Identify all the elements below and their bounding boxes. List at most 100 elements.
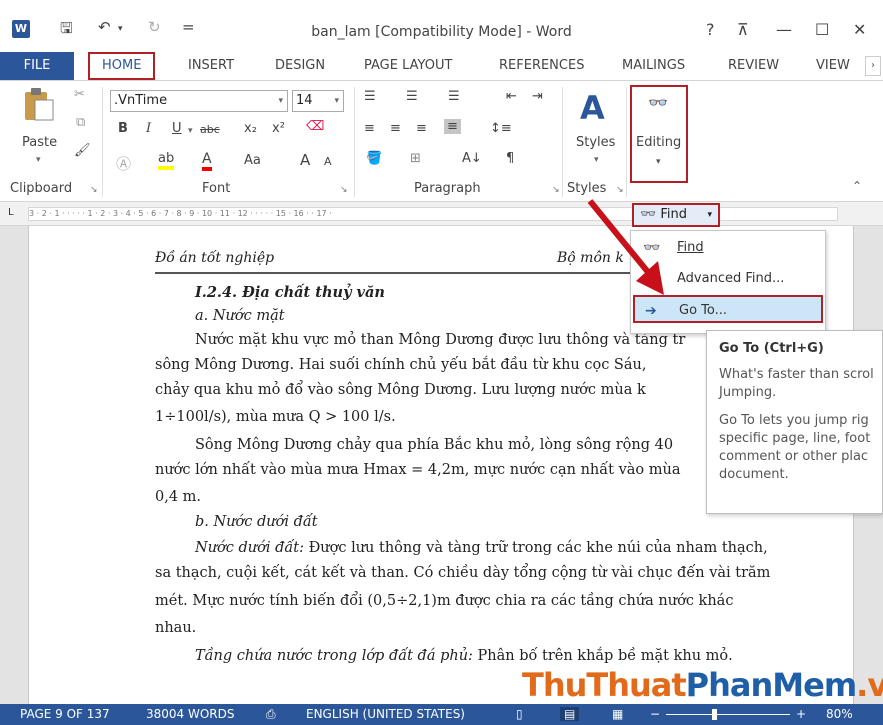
editing-dropdown-icon: ▾ <box>656 157 661 167</box>
superscript-button[interactable]: x² <box>272 121 285 136</box>
clipboard-group-label: Clipboard <box>10 181 73 196</box>
multilevel-list-icon[interactable]: ☰ <box>448 89 460 104</box>
paragraph-launcher-icon[interactable]: ↘ <box>552 185 560 195</box>
paragraph-group-label: Paragraph <box>414 181 481 196</box>
paste-dropdown-icon[interactable]: ▾ <box>36 155 41 165</box>
cut-icon[interactable]: ✂ <box>74 87 85 102</box>
paragraph-line: Tầng chứa nước trong lớp đất đá phủ: Phâ… <box>195 648 733 664</box>
paragraph-line: nhau. <box>155 620 197 636</box>
ribbon-display-options-icon[interactable]: ⊼ <box>737 20 749 39</box>
underline-button[interactable]: U <box>172 121 182 136</box>
word-count[interactable]: 38004 WORDS <box>146 707 235 721</box>
paragraph-line: 1÷100l/s), mùa mưa Q > 100 l/s. <box>155 409 396 425</box>
align-right-icon[interactable]: ≡ <box>416 121 427 136</box>
page-count[interactable]: PAGE 9 OF 137 <box>20 707 110 721</box>
tab-design[interactable]: DESIGN <box>275 52 325 80</box>
horizontal-ruler[interactable]: L 3 · 2 · 1 · · · · · 1 · 2 · 3 · 4 · 5 … <box>0 202 883 226</box>
align-center-icon[interactable]: ≡ <box>390 121 401 136</box>
paragraph-line: Nước dưới đất: Được lưu thông và tàng tr… <box>195 540 768 556</box>
shading-icon[interactable]: 🪣 <box>366 151 382 166</box>
window-title: ban_lam [Compatibility Mode] - Word <box>311 24 572 40</box>
bullets-icon[interactable]: ☰ <box>364 89 376 104</box>
clipboard-launcher-icon[interactable]: ↘ <box>90 185 98 195</box>
format-painter-icon[interactable]: 🖌 <box>74 143 91 158</box>
tab-view[interactable]: VIEW <box>816 52 850 80</box>
tab-mailings[interactable]: MAILINGS <box>622 52 685 80</box>
paste-button[interactable]: Paste <box>22 135 57 150</box>
subsection-a: a. Nước mặt <box>195 308 285 324</box>
change-case-button[interactable]: Aa <box>244 153 261 168</box>
tooltip-title: Go To (Ctrl+G) <box>719 341 824 356</box>
proofing-icon[interactable]: ⎙ <box>266 707 276 722</box>
zoom-out-button[interactable]: − <box>650 707 660 721</box>
annotation-arrow-icon <box>587 199 664 295</box>
tab-insert[interactable]: INSERT <box>188 52 234 80</box>
font-name-box[interactable]: .VnTime ▾ <box>110 90 288 112</box>
line-spacing-icon[interactable]: ↕≡ <box>490 121 512 136</box>
increase-indent-icon[interactable]: ⇥ <box>532 89 543 104</box>
strikethrough-button[interactable]: abc <box>200 123 220 136</box>
tooltip-text: Go To lets you jump rig specific page, li… <box>719 413 871 482</box>
sort-icon[interactable]: A↓ <box>462 151 482 166</box>
minimize-button[interactable]: — <box>776 20 792 39</box>
shrink-font-button[interactable]: A <box>324 155 332 168</box>
font-launcher-icon[interactable]: ↘ <box>340 185 348 195</box>
web-layout-icon[interactable]: ▦ <box>612 707 623 721</box>
decrease-indent-icon[interactable]: ⇤ <box>506 89 517 104</box>
grow-font-button[interactable]: A <box>300 151 310 169</box>
maximize-button[interactable]: ☐ <box>815 20 829 39</box>
styles-launcher-icon[interactable]: ↘ <box>616 185 624 195</box>
tab-home[interactable]: HOME <box>88 52 156 80</box>
tab-page-layout[interactable]: PAGE LAYOUT <box>364 52 452 80</box>
zoom-slider[interactable] <box>666 714 790 715</box>
show-formatting-button[interactable]: ¶ <box>506 151 514 166</box>
tab-review[interactable]: REVIEW <box>728 52 779 80</box>
tab-file[interactable]: FILE <box>0 52 74 80</box>
subsection-b: b. Nước dưới đất <box>195 514 318 530</box>
copy-icon[interactable]: ⧉ <box>76 115 85 130</box>
underline-dropdown-icon[interactable]: ▾ <box>188 126 193 136</box>
subscript-button[interactable]: x₂ <box>244 121 257 136</box>
read-mode-icon[interactable]: ▯ <box>516 707 523 721</box>
highlight-color-icon[interactable]: ab <box>158 151 175 170</box>
zoom-level[interactable]: 80% <box>826 707 853 721</box>
language-indicator[interactable]: ENGLISH (UNITED STATES) <box>306 707 465 721</box>
paragraph-line: chảy qua khu mỏ đổ vào sông Mông Dương. … <box>155 382 646 398</box>
ribbon-tab-bar: FILE HOME INSERT DESIGN PAGE LAYOUT REFE… <box>0 52 883 80</box>
editing-button[interactable]: 👓 Editing ▾ <box>630 85 688 183</box>
tooltip-text: What's faster than scrol Jumping. <box>719 367 874 400</box>
font-color-icon[interactable]: A <box>202 151 212 171</box>
bold-button[interactable]: B <box>118 121 128 136</box>
styles-dropdown-icon[interactable]: ▾ <box>594 155 599 165</box>
text-effects-icon[interactable]: Ⓐ <box>116 153 131 174</box>
close-button[interactable]: ✕ <box>853 20 866 39</box>
collapse-ribbon-icon[interactable]: ⌃ <box>852 179 862 193</box>
page-header-left: Đồ án tốt nghiệp <box>155 250 275 266</box>
paragraph-line: sa thạch, cuội kết, cát kết và than. Có … <box>155 565 771 581</box>
find-dropdown-icon[interactable]: ▾ <box>707 205 712 225</box>
paste-icon[interactable] <box>22 87 62 125</box>
font-group-label: Font <box>202 181 231 196</box>
clear-formatting-icon[interactable]: ⌫ <box>306 119 324 134</box>
justify-icon[interactable]: ≡ <box>444 119 461 134</box>
watermark-logo: ThuThuatPhanMem.vn <box>522 666 883 704</box>
tab-scroll-right-icon[interactable]: › <box>865 56 881 76</box>
paragraph-line: Nước mặt khu vực mỏ than Mông Dương được… <box>195 332 686 348</box>
styles-group-label: Styles <box>567 181 607 196</box>
font-size-box[interactable]: 14 ▾ <box>292 90 344 112</box>
styles-button[interactable]: Styles <box>576 135 615 150</box>
italic-button[interactable]: I <box>146 121 151 136</box>
numbering-icon[interactable]: ☰ <box>406 89 418 104</box>
print-layout-icon[interactable]: ▤ <box>560 707 580 721</box>
tab-references[interactable]: REFERENCES <box>499 52 584 80</box>
zoom-slider-thumb[interactable] <box>712 709 718 720</box>
paragraph-line: sông Mông Dương. Hai suối chính chủ yếu … <box>155 357 647 373</box>
tab-selector-icon[interactable]: L <box>8 207 14 218</box>
go-to-tooltip: Go To (Ctrl+G) What's faster than scrol J… <box>706 330 883 514</box>
help-button[interactable]: ? <box>706 20 715 39</box>
title-bar: W 🖫 ↶ ▾ ↻ = ban_lam [Compatibility Mode]… <box>0 0 883 52</box>
zoom-in-button[interactable]: + <box>796 707 806 721</box>
align-left-icon[interactable]: ≡ <box>364 121 375 136</box>
styles-icon[interactable]: A <box>580 89 605 127</box>
borders-icon[interactable]: ⊞ <box>410 151 421 166</box>
